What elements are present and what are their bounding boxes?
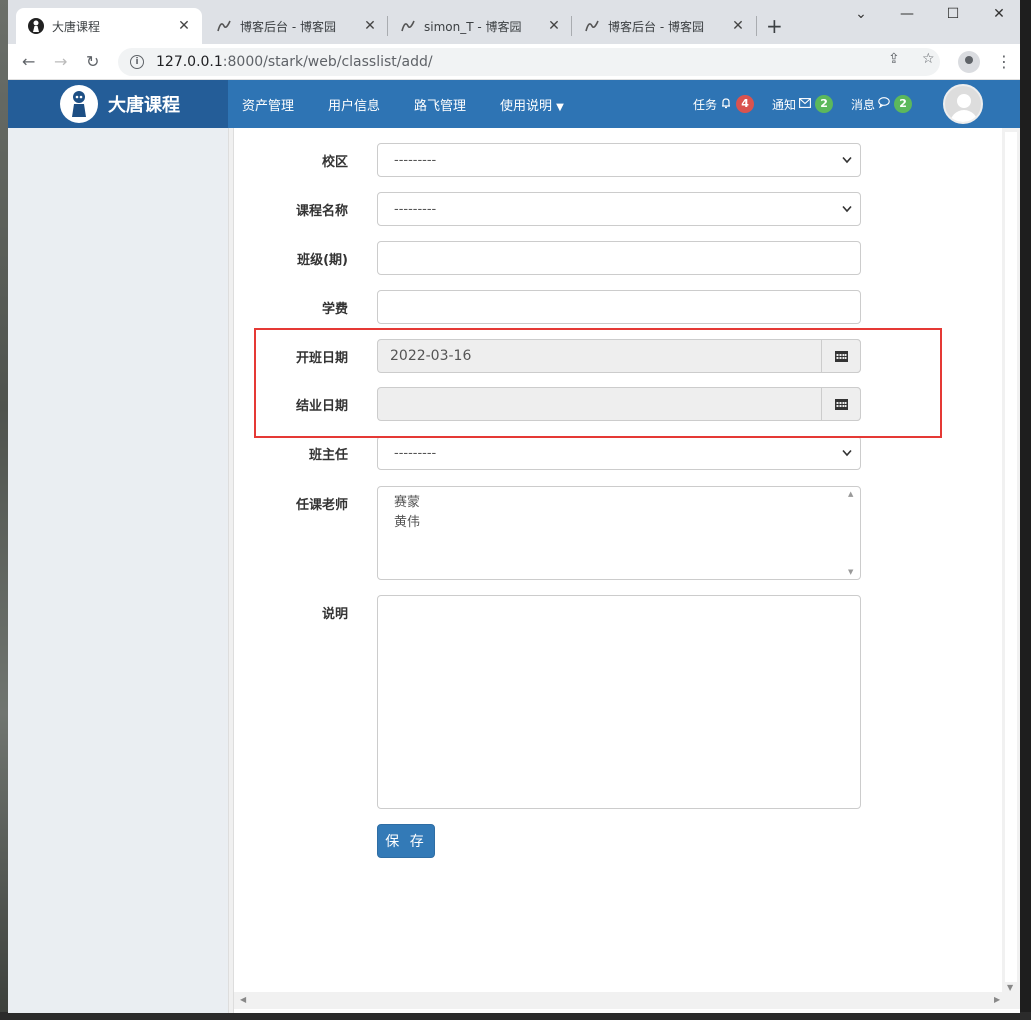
- tab-strip: 大唐课程 ✕ 博客后台 - 博客园 ✕ simon_T - 博客园 ✕ 博客后台…: [8, 0, 1020, 44]
- scrollbar-thumb[interactable]: [1005, 132, 1017, 982]
- brand[interactable]: 大唐课程: [8, 80, 228, 128]
- tasks-badge: 4: [736, 95, 755, 113]
- sidebar: [8, 128, 228, 1013]
- course-selected-value: ---------: [394, 201, 437, 217]
- tab-separator: [756, 16, 757, 36]
- price-label: 学费: [321, 302, 348, 317]
- tab-active[interactable]: 大唐课程 ✕: [16, 8, 202, 44]
- main-content: 校区 --------- 课程名称 --------- 班级(期) 学费 开班日…: [234, 128, 1002, 992]
- profile-icon[interactable]: [958, 51, 980, 73]
- scroll-left-icon[interactable]: ◀: [240, 995, 246, 1004]
- url-host: 127.0.0.1: [156, 54, 223, 70]
- tutor-label: 班主任: [308, 448, 348, 463]
- teachers-multiselect[interactable]: 赛蒙 黄伟 ▲ ▼: [377, 486, 861, 580]
- scroll-up-icon[interactable]: ▲: [848, 490, 853, 498]
- browser-window: 大唐课程 ✕ 博客后台 - 博客园 ✕ simon_T - 博客园 ✕ 博客后台…: [8, 0, 1020, 1013]
- save-button[interactable]: 保 存: [377, 824, 435, 858]
- chevron-down-icon: [842, 202, 852, 216]
- chevron-down-icon: [842, 153, 852, 167]
- scroll-down-icon[interactable]: ▼: [848, 568, 853, 576]
- teachers-label: 任课老师: [295, 498, 348, 513]
- brand-logo-icon: [60, 85, 98, 123]
- memo-textarea[interactable]: [377, 595, 861, 809]
- messages-badge: 2: [894, 95, 913, 113]
- semester-label: 班级(期): [297, 253, 348, 268]
- tab-blog-admin-1[interactable]: 博客后台 - 博客园 ✕: [204, 8, 388, 44]
- tab-blog-admin-2[interactable]: 博客后台 - 博客园 ✕: [572, 8, 756, 44]
- course-label: 课程名称: [295, 204, 348, 219]
- campus-select[interactable]: ---------: [377, 143, 861, 177]
- messages-label: 消息: [851, 97, 876, 112]
- tab-title: 大唐课程: [52, 19, 101, 34]
- tutor-select[interactable]: ---------: [377, 436, 861, 470]
- close-icon[interactable]: ✕: [362, 18, 378, 34]
- menu-kebab-icon[interactable]: ⋮: [996, 52, 1012, 71]
- tab-search-icon[interactable]: ⌄: [838, 6, 884, 22]
- scroll-down-icon[interactable]: ▼: [1007, 983, 1013, 992]
- share-icon[interactable]: ⇪: [888, 51, 900, 67]
- annotation-highlight-box: [254, 328, 942, 438]
- teacher-option[interactable]: 赛蒙: [394, 493, 844, 513]
- desktop-background-right: [1020, 0, 1031, 1020]
- bookmark-star-icon[interactable]: ☆: [922, 51, 935, 67]
- course-select[interactable]: ---------: [377, 192, 861, 226]
- menu-assets[interactable]: 资产管理: [242, 95, 294, 114]
- close-icon[interactable]: ✕: [730, 18, 746, 34]
- menu-help-label: 使用说明: [500, 99, 553, 114]
- chevron-down-icon: [842, 446, 852, 460]
- page-horizontal-scrollbar[interactable]: ◀ ▶: [234, 992, 1020, 1009]
- scroll-right-icon[interactable]: ▶: [994, 995, 1000, 1004]
- taskbar-edge: [0, 1012, 1031, 1020]
- url-path: :8000/stark/web/classlist/add/: [222, 54, 433, 70]
- semester-input[interactable]: [377, 241, 861, 275]
- tab-simon-blog[interactable]: simon_T - 博客园 ✕: [388, 8, 572, 44]
- window-close-icon[interactable]: ✕: [976, 6, 1020, 22]
- tab-title: 博客后台 - 博客园: [608, 19, 704, 34]
- teacher-option[interactable]: 黄伟: [394, 513, 844, 533]
- close-icon[interactable]: ✕: [176, 18, 192, 34]
- tasks-label: 任务: [693, 97, 718, 112]
- brand-title: 大唐课程: [108, 95, 180, 116]
- browser-toolbar: ← → ↻ i 127.0.0.1:8000/stark/web/classli…: [8, 44, 1020, 80]
- url-text[interactable]: 127.0.0.1:8000/stark/web/classlist/add/: [156, 54, 433, 70]
- info-icon[interactable]: i: [130, 55, 144, 69]
- desktop-background: [0, 0, 8, 1020]
- tasks-link[interactable]: 任务 4: [693, 95, 755, 113]
- address-bar[interactable]: i 127.0.0.1:8000/stark/web/classlist/add…: [118, 48, 940, 76]
- cnblogs-icon: [216, 18, 232, 34]
- campus-selected-value: ---------: [394, 152, 437, 168]
- price-input[interactable]: [377, 290, 861, 324]
- back-icon[interactable]: ←: [22, 52, 35, 71]
- minimize-icon[interactable]: —: [884, 6, 930, 22]
- site-logo-icon: [28, 18, 44, 34]
- user-avatar[interactable]: [943, 84, 983, 124]
- app-navbar: 大唐课程 资产管理 用户信息 路飞管理 使用说明 ▼ 任务 4 通知 2 消息 …: [8, 80, 1020, 128]
- menu-luffy[interactable]: 路飞管理: [414, 95, 466, 114]
- notices-badge: 2: [815, 95, 834, 113]
- envelope-icon: [799, 97, 811, 111]
- notices-label: 通知: [772, 97, 797, 112]
- reload-icon[interactable]: ↻: [86, 52, 99, 71]
- cnblogs-icon: [584, 18, 600, 34]
- menu-users[interactable]: 用户信息: [328, 95, 380, 114]
- close-icon[interactable]: ✕: [546, 18, 562, 34]
- cnblogs-icon: [400, 18, 416, 34]
- campus-label: 校区: [321, 155, 348, 170]
- tutor-selected-value: ---------: [394, 445, 437, 461]
- multiselect-scrollbar[interactable]: ▲ ▼: [845, 488, 859, 578]
- tab-title: 博客后台 - 博客园: [240, 19, 336, 34]
- new-tab-button[interactable]: +: [766, 14, 783, 38]
- bell-icon: [720, 97, 732, 112]
- notices-link[interactable]: 通知 2: [772, 95, 834, 113]
- messages-link[interactable]: 消息 2: [851, 95, 913, 113]
- memo-label: 说明: [321, 607, 348, 622]
- menu-help[interactable]: 使用说明 ▼: [500, 95, 564, 114]
- page-vertical-scrollbar[interactable]: ▼: [1002, 128, 1020, 996]
- caret-down-icon: ▼: [556, 102, 564, 113]
- maximize-icon[interactable]: ☐: [930, 6, 976, 22]
- comment-icon: [878, 97, 890, 111]
- tab-title: simon_T - 博客园: [424, 19, 522, 34]
- forward-icon[interactable]: →: [54, 52, 67, 71]
